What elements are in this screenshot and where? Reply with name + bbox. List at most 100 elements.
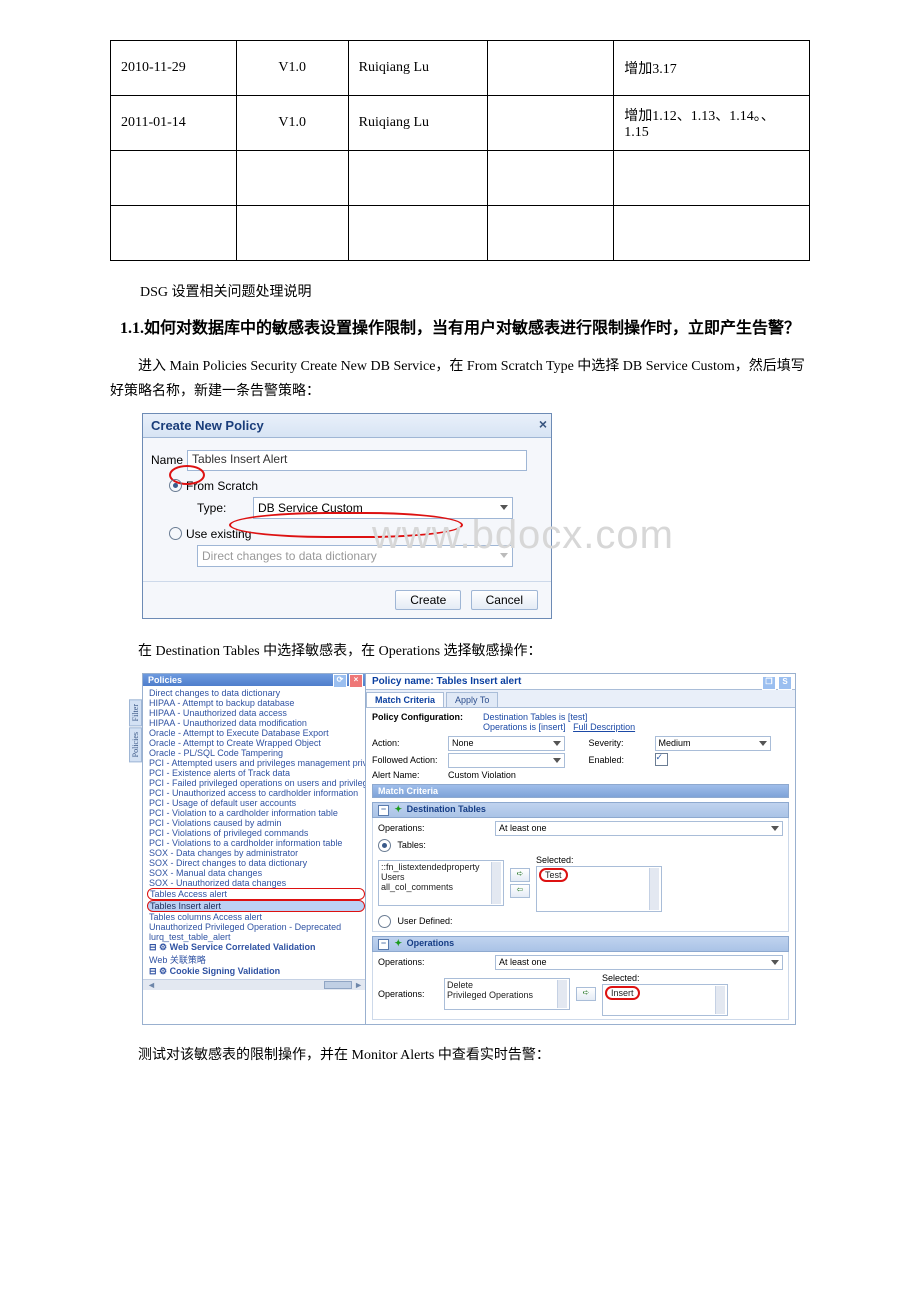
policy-tree-item[interactable]: PCI - Usage of default user accounts — [147, 798, 365, 808]
alert-name-label: Alert Name: — [372, 770, 442, 780]
existing-combo[interactable]: Direct changes to data dictionary — [197, 545, 513, 567]
policy-name-header: Policy name: Tables Insert alert ❐ S — [366, 674, 795, 690]
policy-tree-item[interactable]: PCI - Existence alerts of Track data — [147, 768, 365, 778]
policy-tree-item[interactable]: SOX - Unauthorized data changes — [147, 878, 365, 888]
use-existing-radio[interactable] — [169, 527, 182, 540]
full-description-link[interactable]: Full Description — [573, 722, 635, 732]
plus-icon[interactable]: ✦ — [395, 804, 403, 814]
save-icon[interactable]: S — [778, 676, 792, 690]
v-scrollbar[interactable] — [715, 986, 725, 1014]
followed-combo[interactable] — [448, 753, 565, 768]
selected-tables-list[interactable]: Test — [536, 866, 662, 912]
action-label: Action: — [372, 738, 442, 748]
paragraph-1: 进入 Main Policies Security Create New DB … — [110, 354, 810, 404]
policy-tree-item[interactable]: HIPAA - Unauthorized data modification — [147, 718, 365, 728]
v-scrollbar[interactable] — [491, 862, 501, 904]
dialog-title: Create New Policy × — [143, 414, 551, 438]
policy-tree-item[interactable]: Tables Insert alert — [147, 900, 365, 912]
move-left-button[interactable]: ⇦ — [510, 884, 530, 898]
close-icon[interactable]: × — [539, 416, 547, 432]
policy-tree-item[interactable]: ⊟ ⚙ Web Service Correlated Validation — [147, 942, 365, 953]
policy-tree-item[interactable]: HIPAA - Unauthorized data access — [147, 708, 365, 718]
selected-label: Selected: — [536, 855, 662, 865]
available-tables-list[interactable]: ::fn_listextendedproperty Users all_col_… — [378, 860, 504, 906]
operations-combo[interactable]: At least one — [495, 821, 783, 836]
policy-tree-item[interactable]: HIPAA - Attempt to backup database — [147, 698, 365, 708]
policy-name-input[interactable]: Tables Insert Alert — [187, 450, 527, 471]
annotation-circle: Insert — [605, 986, 640, 1000]
move-right-button[interactable]: ➪ — [576, 987, 596, 1001]
action-combo[interactable]: None — [448, 736, 565, 751]
policy-tree-item[interactable]: PCI - Violations of privileged commands — [147, 828, 365, 838]
policy-tree-item[interactable]: Unauthorized Privileged Operation - Depr… — [147, 922, 365, 932]
operations-label: Operations: — [378, 823, 425, 833]
collapse-icon[interactable]: − — [378, 939, 389, 950]
desc-line-1: Destination Tables is [test] — [483, 712, 789, 722]
dest-tables-header[interactable]: − ✦ Destination Tables — [372, 802, 789, 818]
available-ops-list[interactable]: Delete Privileged Operations — [444, 978, 570, 1010]
tab-apply-to[interactable]: Apply To — [446, 692, 498, 707]
table-row — [111, 206, 810, 261]
match-criteria-header: Match Criteria — [372, 784, 789, 798]
policy-tree-item[interactable]: lurq_test_table_alert — [147, 932, 365, 942]
policy-tree-item[interactable]: SOX - Data changes by administrator — [147, 848, 365, 858]
policies-vtab[interactable]: Policies — [129, 727, 142, 762]
policy-tree-item[interactable]: Oracle - Attempt to Execute Database Exp… — [147, 728, 365, 738]
refresh-icon[interactable]: ⟳ — [333, 674, 347, 688]
policy-tree-item[interactable]: PCI - Violation to a cardholder informat… — [147, 808, 365, 818]
v-scrollbar[interactable] — [557, 980, 567, 1008]
table-row — [111, 151, 810, 206]
filter-vtab[interactable]: Filter — [129, 699, 142, 726]
plus-icon[interactable]: ✦ — [395, 938, 403, 948]
policy-tree-item[interactable]: ⊟ ⚙ Cookie Signing Validation — [147, 966, 365, 977]
policy-tree-item[interactable]: PCI - Violations to a cardholder informa… — [147, 838, 365, 848]
policy-tree-item[interactable]: Web 关联策略 — [147, 953, 365, 966]
tables-radio[interactable] — [378, 839, 391, 852]
chevron-down-icon — [500, 505, 508, 510]
operations-label: Operations: — [378, 957, 425, 967]
tab-match-criteria[interactable]: Match Criteria — [366, 692, 444, 707]
history-table: 2010-11-29 V1.0 Ruiqiang Lu 增加3.17 2011-… — [110, 40, 810, 261]
operations-label-2: Operations: — [378, 989, 438, 999]
cancel-button[interactable]: Cancel — [471, 590, 538, 610]
policy-tree-item[interactable]: Direct changes to data dictionary — [147, 688, 365, 698]
name-label: Name — [151, 453, 183, 467]
intro-text: DSG 设置相关问题处理说明 — [140, 281, 810, 301]
enabled-checkbox[interactable] — [655, 753, 668, 766]
collapse-icon[interactable]: − — [378, 805, 389, 816]
operations-header[interactable]: − ✦ Operations — [372, 936, 789, 952]
severity-combo[interactable]: Medium — [655, 736, 772, 751]
policy-tree-item[interactable]: SOX - Manual data changes — [147, 868, 365, 878]
policy-tree-item[interactable]: PCI - Unauthorized access to cardholder … — [147, 788, 365, 798]
selected-label: Selected: — [602, 973, 728, 983]
operations-combo-2[interactable]: At least one — [495, 955, 783, 970]
policies-sidebar: Policies ⟳ × Direct changes to data dict… — [143, 674, 366, 1024]
enabled-label: Enabled: — [589, 755, 649, 765]
user-defined-radio[interactable] — [378, 915, 391, 928]
policy-tree-item[interactable]: Oracle - Attempt to Create Wrapped Objec… — [147, 738, 365, 748]
policy-tree-item[interactable]: PCI - Attempted users and privileges man… — [147, 758, 365, 768]
policy-tree-item[interactable]: Oracle - PL/SQL Code Tampering — [147, 748, 365, 758]
paragraph-3: 测试对该敏感表的限制操作，并在 Monitor Alerts 中查看实时告警： — [110, 1043, 810, 1068]
policy-tree-item[interactable]: PCI - Failed privileged operations on us… — [147, 778, 365, 788]
selected-ops-list[interactable]: Insert — [602, 984, 728, 1016]
section-heading: 1.1.如何对数据库中的敏感表设置操作限制，当有用户对敏感表进行限制操作时，立即… — [110, 315, 810, 342]
policy-tree-item[interactable]: SOX - Direct changes to data dictionary — [147, 858, 365, 868]
policy-tree[interactable]: Direct changes to data dictionaryHIPAA -… — [143, 686, 365, 979]
table-row: 2010-11-29 V1.0 Ruiqiang Lu 增加3.17 — [111, 41, 810, 96]
from-scratch-radio[interactable] — [169, 479, 182, 492]
move-right-button[interactable]: ➪ — [510, 868, 530, 882]
policies-panel: Policies ⟳ × Direct changes to data dict… — [142, 673, 796, 1025]
chevron-down-icon — [500, 553, 508, 558]
policy-tree-item[interactable]: PCI - Violations caused by admin — [147, 818, 365, 828]
v-scrollbar[interactable] — [649, 868, 659, 910]
h-scrollbar[interactable]: ◄► — [143, 979, 365, 990]
annotation-circle: Test — [539, 868, 568, 882]
tables-radio-label: Tables: — [397, 840, 426, 850]
policy-tree-item[interactable]: Tables columns Access alert — [147, 912, 365, 922]
policy-tree-item[interactable]: Tables Access alert — [147, 888, 365, 900]
paragraph-2: 在 Destination Tables 中选择敏感表，在 Operations… — [110, 639, 810, 664]
restore-icon[interactable]: ❐ — [762, 676, 776, 690]
close-icon[interactable]: × — [349, 674, 363, 688]
create-button[interactable]: Create — [395, 590, 461, 610]
